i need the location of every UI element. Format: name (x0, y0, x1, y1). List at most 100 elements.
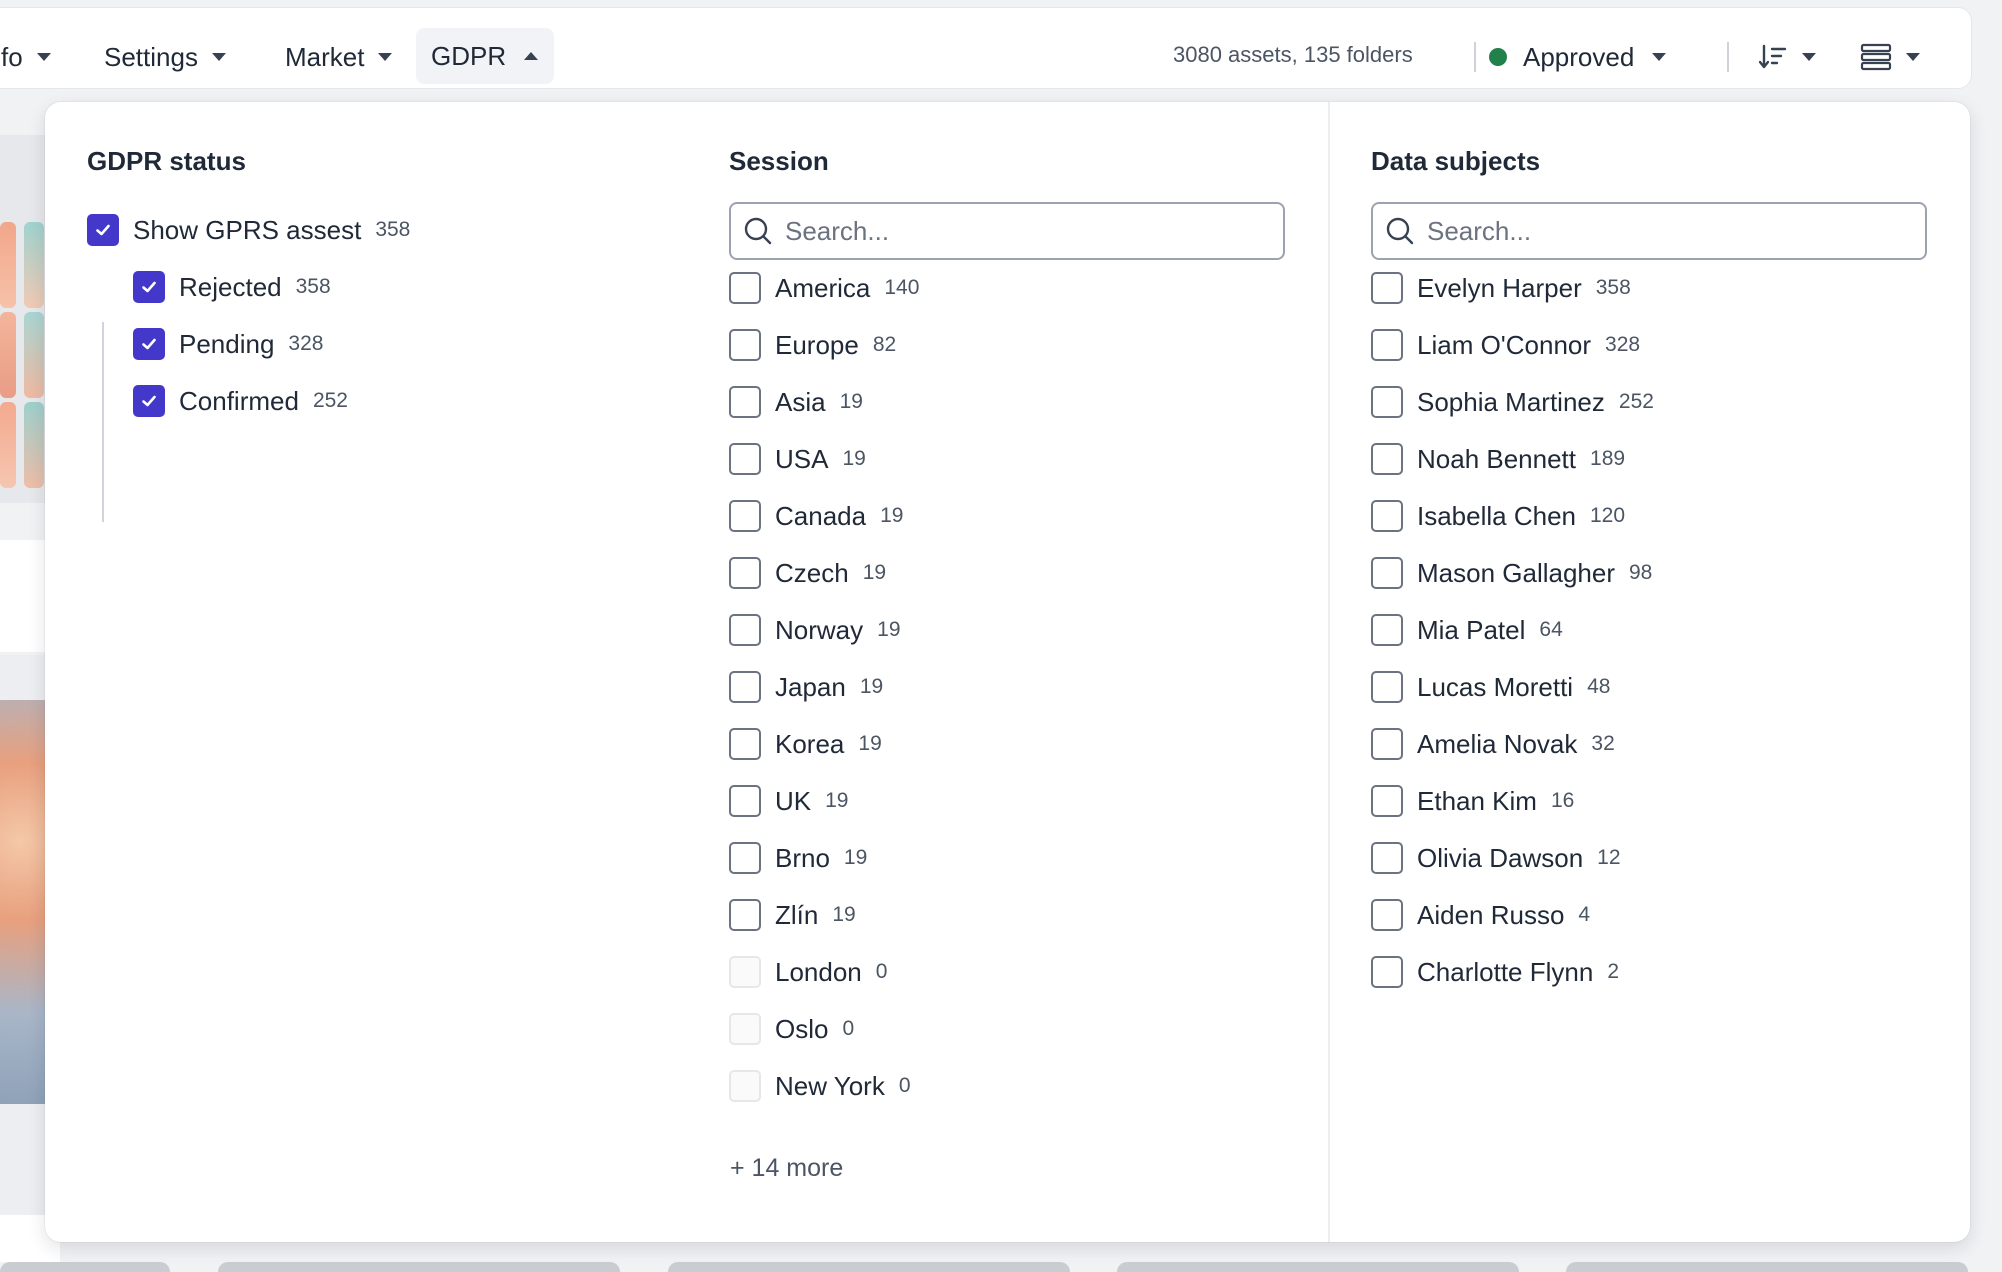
filter-info-dropdown[interactable]: fo (1, 36, 51, 78)
option-label: Zlín (775, 899, 819, 930)
checkbox-unchecked[interactable] (729, 272, 761, 304)
checkbox-unchecked[interactable] (1371, 272, 1403, 304)
session-option[interactable]: Zlín 19 (729, 897, 856, 933)
checkbox-checked[interactable] (133, 271, 165, 303)
option-label: Norway (775, 614, 864, 645)
session-search-field[interactable] (729, 202, 1285, 260)
session-option[interactable]: Asia 19 (729, 384, 863, 420)
checkbox-unchecked[interactable] (729, 842, 761, 874)
gdpr-rejected-option[interactable]: Rejected 358 (133, 269, 331, 305)
column-divider (1328, 102, 1330, 1242)
data-subject-option[interactable]: Charlotte Flynn 2 (1371, 954, 1619, 990)
option-count: 82 (872, 333, 897, 356)
session-option[interactable]: USA 19 (729, 441, 866, 477)
option-count: 0 (898, 1074, 911, 1097)
gdpr-pending-option[interactable]: Pending 328 (133, 326, 323, 362)
checkbox-unchecked[interactable] (729, 500, 761, 532)
session-option[interactable]: America 140 (729, 270, 919, 306)
checkbox-unchecked[interactable] (729, 443, 761, 475)
session-option[interactable]: Brno 19 (729, 840, 867, 876)
option-label: Amelia Novak (1417, 728, 1578, 759)
data-subject-option[interactable]: Lucas Moretti 48 (1371, 669, 1610, 705)
data-subject-option[interactable]: Olivia Dawson 12 (1371, 840, 1621, 876)
session-option[interactable]: UK 19 (729, 783, 848, 819)
data-subject-option[interactable]: Sophia Martinez 252 (1371, 384, 1654, 420)
filter-toolbar: fo Settings Market GDPR 3080 assets, 135… (0, 7, 1972, 89)
gdpr-confirmed-option[interactable]: Confirmed 252 (133, 383, 348, 419)
data-subject-option[interactable]: Aiden Russo 4 (1371, 897, 1590, 933)
data-subjects-title: Data subjects (1371, 146, 1541, 176)
session-option[interactable]: Japan 19 (729, 669, 883, 705)
background-tile (1117, 1262, 1519, 1272)
view-mode-dropdown[interactable] (1860, 38, 1920, 76)
filter-market-dropdown[interactable]: Market (285, 36, 393, 78)
data-subject-option[interactable]: Ethan Kim 16 (1371, 783, 1574, 819)
tree-indent-line (102, 322, 104, 522)
filter-settings-dropdown[interactable]: Settings (104, 36, 226, 78)
option-count: 64 (1539, 618, 1563, 641)
checkbox-unchecked[interactable] (1371, 614, 1403, 646)
option-count: 19 (858, 732, 882, 755)
option-count: 189 (1590, 447, 1626, 470)
session-option[interactable]: Korea 19 (729, 726, 882, 762)
session-option: Oslo 0 (729, 1011, 854, 1047)
session-title: Session (729, 146, 829, 176)
data-subject-option[interactable]: Liam O'Connor 328 (1371, 327, 1640, 363)
option-label: Mia Patel (1417, 614, 1526, 645)
data-subject-option[interactable]: Amelia Novak 32 (1371, 726, 1615, 762)
checkbox-unchecked[interactable] (1371, 671, 1403, 703)
checkbox-unchecked[interactable] (729, 386, 761, 418)
checkbox-unchecked[interactable] (1371, 956, 1403, 988)
option-label: Liam O'Connor (1417, 329, 1592, 360)
checkbox-unchecked[interactable] (729, 671, 761, 703)
checkbox-unchecked[interactable] (729, 899, 761, 931)
option-label: Confirmed (179, 385, 299, 416)
session-option[interactable]: Czech 19 (729, 555, 886, 591)
checkbox-unchecked[interactable] (1371, 557, 1403, 589)
option-count: 48 (1587, 675, 1611, 698)
checkbox-unchecked[interactable] (1371, 329, 1403, 361)
checkbox-unchecked[interactable] (729, 557, 761, 589)
checkbox-unchecked[interactable] (1371, 443, 1403, 475)
chevron-down-icon (1906, 53, 1920, 61)
session-option[interactable]: Norway 19 (729, 612, 901, 648)
filter-market-label: Market (285, 41, 365, 72)
checkbox-unchecked[interactable] (1371, 842, 1403, 874)
checkbox-checked[interactable] (133, 328, 165, 360)
data-subject-option[interactable]: Mason Gallagher 98 (1371, 555, 1652, 591)
option-label: Sophia Martinez (1417, 386, 1605, 417)
checkbox-checked[interactable] (133, 385, 165, 417)
chevron-down-icon (1802, 53, 1816, 61)
checkbox-unchecked[interactable] (1371, 785, 1403, 817)
checkbox-checked[interactable] (87, 214, 119, 246)
search-icon (744, 217, 772, 245)
checkbox-unchecked[interactable] (729, 785, 761, 817)
status-filter-dropdown[interactable]: Approved (1489, 36, 1667, 78)
data-subject-option[interactable]: Mia Patel 64 (1371, 612, 1563, 648)
checkbox-unchecked[interactable] (729, 329, 761, 361)
data-subject-option[interactable]: Noah Bennett 189 (1371, 441, 1625, 477)
background-tile (0, 1262, 170, 1272)
session-show-more-link[interactable]: + 14 more (730, 1154, 843, 1183)
data-subjects-search-field[interactable] (1371, 202, 1927, 260)
option-count: 16 (1550, 789, 1575, 812)
data-subject-option[interactable]: Isabella Chen 120 (1371, 498, 1625, 534)
option-label: New York (775, 1070, 885, 1101)
data-subjects-search-input[interactable] (1427, 215, 1907, 247)
session-option[interactable]: Canada 19 (729, 498, 903, 534)
background-tile (1566, 1262, 1968, 1272)
session-option[interactable]: Europe 82 (729, 327, 896, 363)
sort-dropdown[interactable] (1758, 38, 1816, 76)
session-search-input[interactable] (785, 215, 1265, 247)
gdpr-show-assets-option[interactable]: Show GPRS assest 358 (87, 212, 410, 248)
checkbox-unchecked[interactable] (729, 614, 761, 646)
checkbox-unchecked[interactable] (1371, 728, 1403, 760)
filter-gdpr-dropdown[interactable]: GDPR (416, 28, 554, 84)
checkbox-unchecked[interactable] (729, 728, 761, 760)
data-subject-option[interactable]: Evelyn Harper 358 (1371, 270, 1631, 306)
background-tile (218, 1262, 620, 1272)
checkbox-unchecked[interactable] (1371, 386, 1403, 418)
option-label: London (775, 956, 862, 987)
checkbox-unchecked[interactable] (1371, 899, 1403, 931)
checkbox-unchecked[interactable] (1371, 500, 1403, 532)
